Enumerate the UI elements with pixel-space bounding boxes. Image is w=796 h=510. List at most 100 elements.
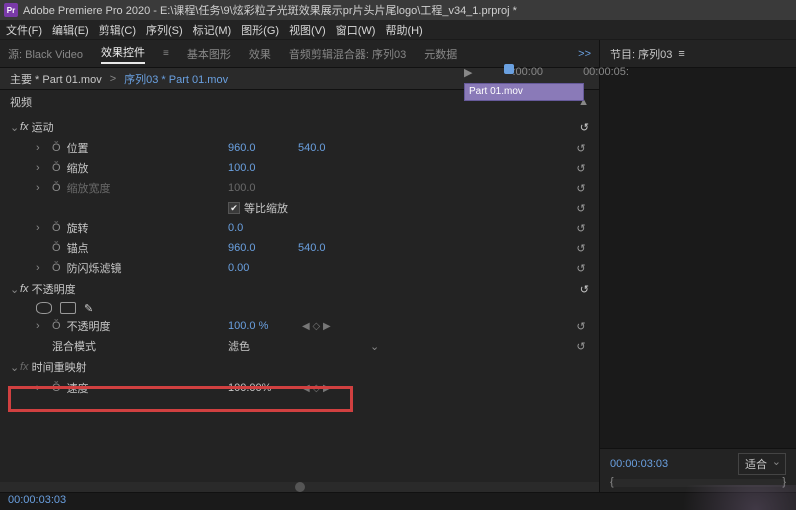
rotation-label: 旋转 — [67, 220, 89, 236]
pen-mask-icon[interactable]: ✎ — [84, 302, 100, 314]
fx-timeremap-header[interactable]: ⌄ fx 时间重映射 — [0, 356, 599, 378]
stopwatch-icon[interactable]: Ŏ — [52, 382, 61, 394]
row-uniform-scale: ✔ 等比缩放 ↺ — [0, 198, 599, 218]
fx-opacity-header[interactable]: ⌄ fx 不透明度 ↺ — [0, 278, 599, 300]
chevron-down-icon: ⌄ — [370, 340, 379, 353]
reset-button[interactable]: ↺ — [573, 142, 589, 155]
fx-motion-title: 运动 — [32, 119, 54, 135]
tab-source[interactable]: 源: Black Video — [8, 46, 83, 62]
menu-markers[interactable]: 标记(M) — [193, 22, 232, 38]
mini-timeline-caret-icon: ▶ — [464, 66, 472, 79]
scale-value[interactable]: 100.0 — [228, 162, 298, 174]
mini-timeline[interactable]: ▶ :00:00 00:00:05: Part 01.mov — [464, 66, 592, 106]
scale-width-value: 100.0 — [228, 182, 298, 194]
keyframe-nav[interactable]: ◀ ◇ ▶ — [302, 383, 331, 394]
mini-timeline-t0: :00:00 — [512, 66, 543, 79]
stopwatch-icon[interactable]: Ŏ — [52, 242, 61, 254]
row-antiflicker: ›Ŏ防闪烁滤镜 0.00 ↺ — [0, 258, 599, 278]
reset-button[interactable]: ↺ — [573, 202, 589, 215]
tab-metadata[interactable]: 元数据 — [424, 46, 457, 62]
caret-down-icon: ⌄ — [10, 283, 20, 296]
playhead-icon[interactable] — [504, 64, 514, 74]
mask-tools: ✎ — [0, 300, 599, 316]
tab-basic-graphics[interactable]: 基本图形 — [187, 46, 231, 62]
program-panel-title: 节目: 序列03 — [610, 46, 672, 62]
program-timecode[interactable]: 00:00:03:03 — [610, 458, 668, 470]
rectangle-mask-icon[interactable] — [60, 302, 76, 314]
antiflicker-value[interactable]: 0.00 — [228, 262, 298, 274]
breadcrumb-sequence[interactable]: 序列03 * Part 01.mov — [124, 71, 228, 87]
caret-down-icon: ⌄ — [10, 361, 20, 374]
reset-button[interactable]: ↺ — [573, 340, 589, 353]
menu-window[interactable]: 窗口(W) — [336, 22, 376, 38]
reset-button[interactable]: ↺ — [573, 242, 589, 255]
speed-value[interactable]: 100.00% — [228, 382, 298, 394]
keyframe-nav[interactable]: ◀ ◇ ▶ — [302, 321, 331, 332]
menu-edit[interactable]: 编辑(E) — [52, 22, 89, 38]
stopwatch-icon[interactable]: Ŏ — [52, 262, 61, 274]
panel-menu-icon[interactable]: ≡ — [678, 48, 684, 60]
antiflicker-label: 防闪烁滤镜 — [67, 260, 122, 276]
menu-sequence[interactable]: 序列(S) — [146, 22, 183, 38]
uniform-scale-label: 等比缩放 — [244, 200, 288, 216]
reset-button[interactable]: ↺ — [580, 283, 589, 296]
reset-button[interactable]: ↺ — [573, 162, 589, 175]
fx-motion-header[interactable]: ⌄ fx 运动 ↺ — [0, 116, 599, 138]
video-section-label: 视频 — [10, 94, 32, 110]
breadcrumb-master[interactable]: 主要 * Part 01.mov — [10, 71, 102, 87]
stopwatch-icon[interactable]: Ŏ — [52, 142, 61, 154]
stopwatch-icon[interactable]: Ŏ — [52, 222, 61, 234]
row-position: ›Ŏ位置 960.0 540.0 ↺ — [0, 138, 599, 158]
anchor-y[interactable]: 540.0 — [298, 242, 326, 254]
menu-file[interactable]: 文件(F) — [6, 22, 42, 38]
rotation-value[interactable]: 0.0 — [228, 222, 298, 234]
uniform-scale-checkbox[interactable]: ✔ — [228, 202, 240, 214]
menu-bar: 文件(F) 编辑(E) 剪辑(C) 序列(S) 标记(M) 图形(G) 视图(V… — [0, 20, 796, 40]
effect-list: ⌄ fx 运动 ↺ ›Ŏ位置 960.0 540.0 ↺ ›Ŏ缩放 100.0 … — [0, 114, 599, 482]
blend-mode-dropdown[interactable]: 滤色 ⌄ — [228, 338, 379, 354]
reset-button[interactable]: ↺ — [573, 182, 589, 195]
horizontal-scrollbar[interactable] — [0, 482, 599, 492]
effect-controls-panel: 源: Black Video 效果控件 ≡ 基本图形 效果 音频剪辑混合器: 序… — [0, 40, 600, 492]
row-opacity: ›Ŏ不透明度 100.0 % ◀ ◇ ▶ ↺ — [0, 316, 599, 336]
reset-button[interactable]: ↺ — [573, 222, 589, 235]
zoom-fit-dropdown[interactable]: 适合 — [738, 453, 786, 475]
fx-badge-icon: fx — [20, 283, 29, 295]
menu-graphics[interactable]: 图形(G) — [241, 22, 279, 38]
program-monitor-viewport[interactable] — [600, 68, 796, 448]
reset-button[interactable]: ↺ — [573, 262, 589, 275]
speed-label: 速度 — [67, 380, 89, 396]
row-scale: ›Ŏ缩放 100.0 ↺ — [0, 158, 599, 178]
mini-timeline-t1: 00:00:05: — [583, 66, 629, 79]
row-anchor: Ŏ锚点 960.0 540.0 ↺ — [0, 238, 599, 258]
scroll-thumb[interactable] — [295, 482, 305, 492]
tab-effect-controls[interactable]: 效果控件 — [101, 44, 145, 64]
menu-clip[interactable]: 剪辑(C) — [99, 22, 136, 38]
panel-menu-icon[interactable]: ≡ — [163, 48, 169, 59]
stopwatch-icon[interactable]: Ŏ — [52, 320, 61, 332]
row-scale-width: ›Ŏ缩放宽度 100.0 ↺ — [0, 178, 599, 198]
opacity-value[interactable]: 100.0 % — [228, 320, 298, 332]
stopwatch-icon[interactable]: Ŏ — [52, 162, 61, 174]
tab-effects[interactable]: 效果 — [249, 46, 271, 62]
row-blend-mode: 混合模式 滤色 ⌄ ↺ — [0, 336, 599, 356]
mini-timeline-clip[interactable]: Part 01.mov — [464, 83, 584, 101]
tabs-overflow[interactable]: >> — [578, 48, 591, 60]
fx-opacity-title: 不透明度 — [32, 281, 76, 297]
anchor-x[interactable]: 960.0 — [228, 242, 298, 254]
breadcrumb-separator: > — [110, 73, 116, 85]
reset-button[interactable]: ↺ — [580, 121, 589, 134]
decorative-glow — [636, 485, 796, 510]
position-x[interactable]: 960.0 — [228, 142, 298, 154]
position-label: 位置 — [67, 140, 89, 156]
reset-button[interactable]: ↺ — [573, 320, 589, 333]
menu-view[interactable]: 视图(V) — [289, 22, 326, 38]
row-rotation: ›Ŏ旋转 0.0 ↺ — [0, 218, 599, 238]
in-bracket-icon[interactable]: { — [610, 476, 614, 488]
ellipse-mask-icon[interactable] — [36, 302, 52, 314]
tab-audio-mixer[interactable]: 音频剪辑混合器: 序列03 — [289, 46, 406, 62]
program-header: 节目: 序列03 ≡ — [600, 40, 796, 68]
position-y[interactable]: 540.0 — [298, 142, 326, 154]
menu-help[interactable]: 帮助(H) — [385, 22, 422, 38]
status-timecode: 00:00:03:03 — [8, 494, 66, 506]
